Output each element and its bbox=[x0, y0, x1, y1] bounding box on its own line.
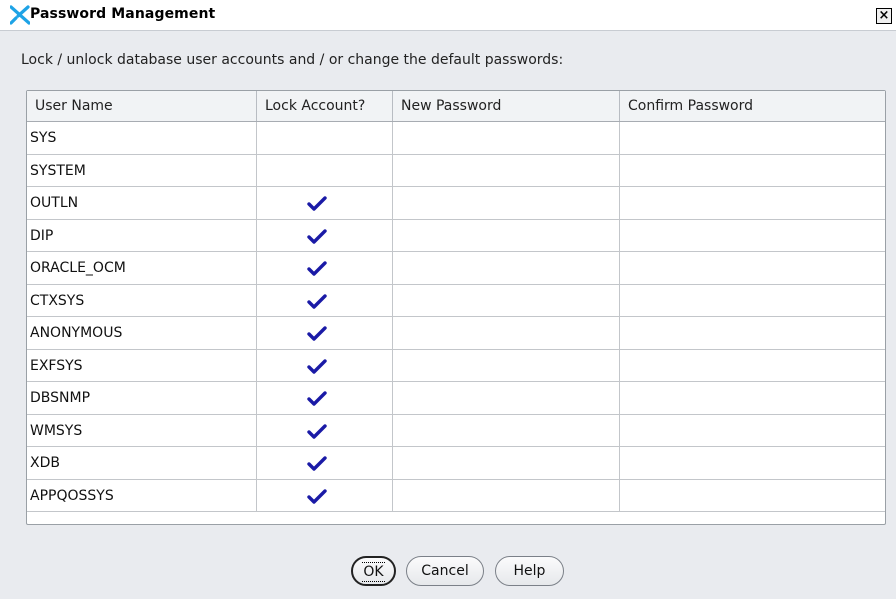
confirm-password-field[interactable] bbox=[620, 350, 885, 382]
checkmark-icon bbox=[307, 261, 327, 276]
user-name-cell[interactable]: EXFSYS bbox=[27, 349, 257, 382]
table-row: ORACLE_OCM bbox=[27, 252, 885, 285]
new-password-field[interactable] bbox=[393, 447, 620, 480]
confirm-password-field[interactable] bbox=[620, 317, 885, 350]
user-name-cell[interactable]: APPQOSSYS bbox=[27, 479, 257, 512]
lock-account-cell[interactable] bbox=[257, 479, 393, 512]
confirm-password-field[interactable] bbox=[620, 155, 885, 187]
checkmark-icon bbox=[307, 391, 327, 406]
table-row: WMSYS bbox=[27, 414, 885, 447]
new-password-field[interactable] bbox=[393, 154, 620, 187]
column-header-new-password[interactable]: New Password bbox=[393, 91, 620, 121]
table-row: OUTLN bbox=[27, 187, 885, 220]
cancel-button[interactable]: Cancel bbox=[406, 556, 484, 586]
lock-account-cell[interactable] bbox=[257, 349, 393, 382]
button-bar: OK Cancel Help bbox=[0, 556, 896, 586]
table-row: DBSNMP bbox=[27, 382, 885, 415]
lock-account-cell[interactable] bbox=[257, 154, 393, 187]
checkmark-icon bbox=[307, 293, 327, 309]
checkmark-icon bbox=[307, 228, 327, 244]
instructions-text: Lock / unlock database user accounts and… bbox=[21, 52, 564, 68]
new-password-field[interactable] bbox=[393, 187, 620, 220]
table-row: DIP bbox=[27, 219, 885, 252]
lock-account-cell[interactable] bbox=[257, 414, 393, 447]
new-password-field[interactable] bbox=[393, 414, 620, 447]
window-title: Password Management bbox=[30, 6, 216, 22]
close-button[interactable]: × bbox=[876, 8, 892, 24]
column-header-user-name[interactable]: User Name bbox=[27, 91, 257, 121]
ok-button[interactable]: OK bbox=[351, 556, 396, 586]
lock-account-cell[interactable] bbox=[257, 122, 393, 155]
new-password-field[interactable] bbox=[393, 317, 620, 350]
new-password-field[interactable] bbox=[393, 382, 620, 415]
user-name-cell[interactable]: CTXSYS bbox=[27, 284, 257, 317]
new-password-field[interactable] bbox=[393, 284, 620, 317]
user-name-cell[interactable]: OUTLN bbox=[27, 187, 257, 220]
confirm-password-field[interactable] bbox=[620, 480, 885, 512]
table-row: ANONYMOUS bbox=[27, 317, 885, 350]
oracle-x-icon bbox=[10, 5, 30, 25]
close-icon: × bbox=[878, 8, 890, 23]
lock-account-cell[interactable] bbox=[257, 284, 393, 317]
table-row: EXFSYS bbox=[27, 349, 885, 382]
lock-account-cell[interactable] bbox=[257, 317, 393, 350]
table-row: APPQOSSYS bbox=[27, 479, 885, 512]
user-name-cell[interactable]: DBSNMP bbox=[27, 382, 257, 415]
title-bar: Password Management × bbox=[0, 0, 896, 31]
column-header-confirm-password[interactable]: Confirm Password bbox=[620, 91, 885, 121]
new-password-field[interactable] bbox=[393, 122, 620, 155]
lock-account-cell[interactable] bbox=[257, 252, 393, 285]
confirm-password-field[interactable] bbox=[620, 285, 885, 317]
table-row: SYS bbox=[27, 122, 885, 155]
confirm-password-field[interactable] bbox=[620, 187, 885, 220]
confirm-password-field[interactable] bbox=[620, 447, 885, 480]
user-name-cell[interactable]: SYSTEM bbox=[27, 154, 257, 187]
table-body: SYS SYSTEM OUTLN DIP ORACLE_OCM CTXSYS ANONYMO… bbox=[27, 122, 885, 512]
user-name-cell[interactable]: XDB bbox=[27, 447, 257, 480]
checkmark-icon bbox=[307, 358, 327, 374]
confirm-password-field[interactable] bbox=[620, 220, 885, 252]
confirm-password-field[interactable] bbox=[620, 252, 885, 285]
confirm-password-field[interactable] bbox=[620, 415, 885, 447]
lock-account-cell[interactable] bbox=[257, 187, 393, 220]
confirm-password-field[interactable] bbox=[620, 382, 885, 415]
help-button[interactable]: Help bbox=[495, 556, 564, 586]
ok-button-label: OK bbox=[362, 562, 385, 582]
password-table: User Name Lock Account? New Password Con… bbox=[26, 90, 886, 525]
lock-account-cell[interactable] bbox=[257, 447, 393, 480]
column-header-lock-account[interactable]: Lock Account? bbox=[257, 91, 393, 121]
lock-account-cell[interactable] bbox=[257, 219, 393, 252]
checkmark-icon bbox=[307, 196, 327, 211]
new-password-field[interactable] bbox=[393, 479, 620, 512]
checkmark-icon bbox=[307, 326, 327, 341]
lock-account-cell[interactable] bbox=[257, 382, 393, 415]
user-name-cell[interactable]: ANONYMOUS bbox=[27, 317, 257, 350]
user-name-cell[interactable]: WMSYS bbox=[27, 414, 257, 447]
user-name-cell[interactable]: ORACLE_OCM bbox=[27, 252, 257, 285]
table-row: CTXSYS bbox=[27, 284, 885, 317]
new-password-field[interactable] bbox=[393, 252, 620, 285]
confirm-password-field[interactable] bbox=[620, 122, 885, 155]
checkmark-icon bbox=[307, 456, 327, 471]
checkmark-icon bbox=[307, 423, 327, 439]
user-name-cell[interactable]: DIP bbox=[27, 219, 257, 252]
table-header: User Name Lock Account? New Password Con… bbox=[27, 91, 885, 122]
user-name-cell[interactable]: SYS bbox=[27, 122, 257, 155]
checkmark-icon bbox=[307, 488, 327, 504]
table-row: XDB bbox=[27, 447, 885, 480]
table-row: SYSTEM bbox=[27, 154, 885, 187]
new-password-field[interactable] bbox=[393, 219, 620, 252]
new-password-field[interactable] bbox=[393, 349, 620, 382]
